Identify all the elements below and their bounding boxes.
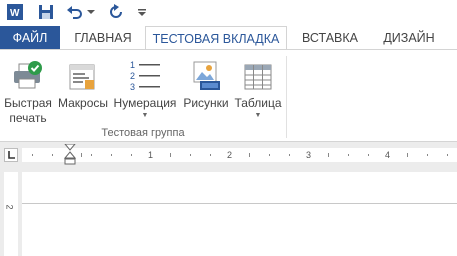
undo-icon[interactable] bbox=[64, 2, 86, 22]
pictures-icon bbox=[190, 54, 222, 92]
table-icon bbox=[243, 54, 273, 92]
document-page[interactable] bbox=[22, 172, 457, 256]
document-area: 1 2 3 4 2 bbox=[0, 142, 457, 256]
numbering-2: 2 bbox=[130, 71, 135, 81]
pictures-label: Рисунки bbox=[183, 96, 229, 110]
quick-access-toolbar: W bbox=[0, 0, 457, 26]
table-label: Таблица ▼ bbox=[234, 96, 282, 121]
ruler-number-4: 4 bbox=[385, 150, 391, 160]
ribbon-tabs: ФАЙЛ ГЛАВНАЯ ТЕСТОВАЯ ВКЛАДКА ВСТАВКА ДИ… bbox=[0, 26, 457, 51]
group-label: Тестовая группа bbox=[101, 127, 185, 139]
pictures-button[interactable]: Рисунки bbox=[180, 54, 232, 111]
chevron-down-icon[interactable] bbox=[86, 2, 96, 22]
vertical-ruler[interactable]: 2 bbox=[4, 172, 18, 256]
redo-icon[interactable] bbox=[106, 2, 126, 22]
tab-insert[interactable]: ВСТАВКА bbox=[290, 26, 370, 50]
numbering-dropdown-icon[interactable]: ▼ bbox=[114, 111, 177, 121]
horizontal-ruler[interactable]: 1 2 3 4 bbox=[22, 143, 457, 165]
customize-qat-icon[interactable] bbox=[136, 2, 148, 22]
save-icon[interactable] bbox=[36, 2, 56, 22]
macros-label: Макросы bbox=[57, 96, 109, 110]
tab-file[interactable]: ФАЙЛ bbox=[0, 26, 60, 50]
page-margin-line bbox=[22, 203, 457, 204]
quick-print-label: Быстрая печать bbox=[4, 96, 52, 125]
tab-design[interactable]: ДИЗАЙН bbox=[374, 26, 444, 50]
table-button[interactable]: Таблица ▼ bbox=[232, 54, 284, 121]
tab-home[interactable]: ГЛАВНАЯ bbox=[64, 26, 142, 50]
table-dropdown-icon[interactable]: ▼ bbox=[234, 111, 281, 121]
ruler-number-2: 2 bbox=[227, 150, 233, 160]
numbering-button[interactable]: 1 2 3 Нумерация ▼ bbox=[112, 54, 178, 121]
ruler-number-1: 1 bbox=[148, 150, 154, 160]
macros-icon bbox=[68, 54, 98, 92]
vertical-ruler-number: 2 bbox=[4, 204, 15, 210]
word-app-icon[interactable]: W bbox=[6, 2, 24, 22]
indent-marker-icon[interactable] bbox=[63, 143, 77, 169]
group-separator bbox=[286, 56, 287, 138]
ruler-number-3: 3 bbox=[306, 150, 312, 160]
numbering-icon: 1 2 3 bbox=[128, 54, 162, 92]
tab-test[interactable]: ТЕСТОВАЯ ВКЛАДКА bbox=[145, 26, 287, 51]
numbering-3: 3 bbox=[130, 82, 135, 92]
printer-icon bbox=[11, 54, 45, 92]
numbering-1: 1 bbox=[130, 60, 135, 70]
quick-print-button[interactable]: Быстрая печать bbox=[2, 54, 54, 126]
tab-stop-icon[interactable] bbox=[4, 148, 18, 162]
macros-button[interactable]: Макросы bbox=[56, 54, 110, 111]
ruler-ticks bbox=[32, 153, 448, 157]
ribbon-body: Быстрая печать Макросы 1 2 3 Нумерация ▼… bbox=[0, 50, 457, 142]
numbering-label: Нумерация ▼ bbox=[113, 96, 177, 121]
svg-text:W: W bbox=[10, 8, 20, 19]
